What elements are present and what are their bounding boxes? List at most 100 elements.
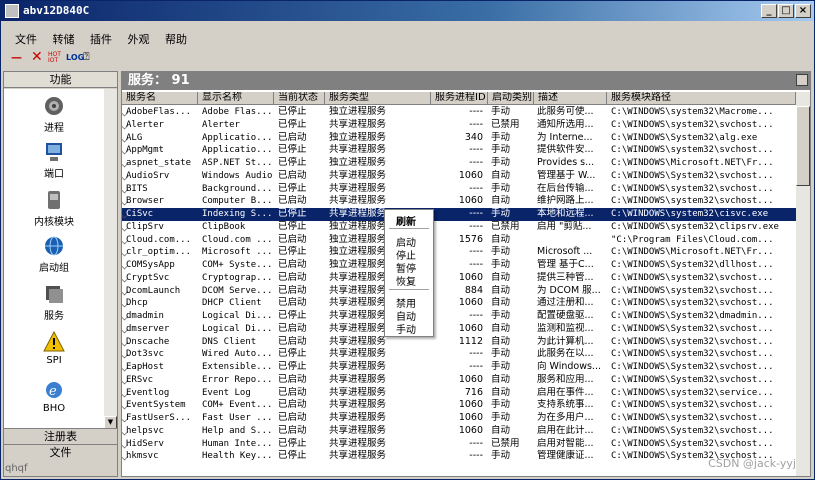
nav-item-process[interactable]: 进程 <box>4 95 104 134</box>
nav-scrollbar[interactable]: ▼ <box>104 89 117 429</box>
close-button[interactable]: × <box>795 4 811 18</box>
delete-icon[interactable]: ✕ <box>31 49 43 65</box>
tab-file[interactable]: 文件 <box>4 444 117 460</box>
nav-item-port[interactable]: 端口 <box>4 141 104 180</box>
table-row[interactable]: dmserver Logical Di... 已启动 共享进程服务 1060 自动 监测和监… <box>122 323 796 336</box>
table-scrollbar[interactable] <box>796 92 810 476</box>
maximize-button[interactable]: □ <box>778 4 794 18</box>
table-cell: helpsvc <box>126 425 164 436</box>
table-cell: 已停止 <box>278 348 307 360</box>
table-cell: 1060 <box>458 424 483 436</box>
menu-resume[interactable]: 恢复 <box>396 273 416 288</box>
menu-help[interactable]: 帮助 <box>153 29 187 47</box>
table-row[interactable]: helpsvc Help and S... 已启动 共享进程服务 1060 自动 启用在此计… <box>122 425 796 438</box>
table-row[interactable]: Eventlog Event Log 已启动 共享进程服务 716 自动 启用在事件... C… <box>122 387 796 400</box>
col-status[interactable]: 当前状态 <box>274 92 325 105</box>
table-row[interactable]: CiSvc Indexing S... 已停止 共享进程服务 ---- 手动 本地和远程..… <box>122 208 796 221</box>
table-cell: 服务和应用... <box>537 373 594 385</box>
table-row[interactable]: EapHost Extensible... 已停止 共享进程服务 ---- 手动 向 Win… <box>122 361 796 374</box>
nav-item-spi[interactable]: SPI <box>4 330 104 366</box>
table-row[interactable]: clr_optim... Microsoft ... 已停止 独立进程服务 ---- 手动… <box>122 246 796 259</box>
table-cell: Extensible... <box>202 362 273 372</box>
minimize-button[interactable]: _ <box>761 4 777 18</box>
context-menu: 刷新 启动 停止 暂停 恢复 禁用 自动 手动 <box>384 209 434 337</box>
table-row[interactable]: HidServ Human Inte... 已停止 共享进程服务 ---- 已禁用 启用对智… <box>122 438 796 451</box>
table-row[interactable]: aspnet_state ASP.NET St... 已停止 独立进程服务 ---- 手动… <box>122 157 796 170</box>
nav-item-service[interactable]: 服务 <box>4 283 104 322</box>
network-icon <box>43 141 65 163</box>
col-service-type[interactable]: 服务类型 <box>325 92 431 105</box>
table-row[interactable]: Dot3svc Wired Auto... 已停止 共享进程服务 ---- 手动 此服务在以… <box>122 348 796 361</box>
scroll-thumb[interactable] <box>796 106 810 186</box>
svg-text:e: e <box>49 384 57 399</box>
table-cell: 自动 <box>491 271 511 283</box>
table-row[interactable]: ERSvc Error Repo... 已启动 共享进程服务 1060 自动 服务和应用..… <box>122 374 796 387</box>
table-row[interactable]: CryptSvc Cryptograp... 已启动 共享进程服务 1060 自动 提供三种… <box>122 272 796 285</box>
table-row[interactable]: ClipSrv ClipBook 已停止 独立进程服务 ---- 已禁用 启用 "剪贴...… <box>122 221 796 234</box>
menu-manual[interactable]: 手动 <box>396 321 416 336</box>
col-start-type[interactable]: 启动类别 <box>488 92 534 105</box>
help-icon[interactable]: ⍰ <box>83 50 90 66</box>
table-row[interactable]: BITS Background... 已停止 共享进程服务 ---- 手动 在后台传输...… <box>122 183 796 196</box>
menu-file[interactable]: 文件 <box>1 29 37 47</box>
table-cell: 在后台传输... <box>537 182 594 194</box>
table-cell: hkmsvc <box>126 451 159 462</box>
table-row[interactable]: Browser Computer B... 已启动 共享进程服务 1060 自动 维护网路上… <box>122 195 796 208</box>
table-cell: clr_optim... <box>126 247 192 258</box>
table-cell: 向 Windows... <box>537 361 601 372</box>
panel-options-icon[interactable] <box>796 74 808 86</box>
table-row[interactable]: ALG Applicatio... 已启动 独立进程服务 340 手动 为 Interne.… <box>122 132 796 145</box>
table-row[interactable]: AudioSrv Windows Audio 已启动 共享进程服务 1060 自动 管理基于… <box>122 170 796 183</box>
table-cell: 共享进程服务 <box>329 386 387 398</box>
menu-bar: 文件 转储 插件 外观 帮助 <box>1 29 814 47</box>
menu-dump[interactable]: 转储 <box>41 29 75 47</box>
table-row[interactable]: Cloud.com... Cloud.com ... 已启动 独立进程服务 1576 自动… <box>122 234 796 247</box>
col-display-name[interactable]: 显示名称 <box>198 92 274 105</box>
menu-refresh[interactable]: 刷新 <box>396 213 416 228</box>
table-cell: CiSvc <box>126 209 154 219</box>
title-bar[interactable]: abv12D840C _ □ × <box>1 1 814 21</box>
nav-item-kernel-module[interactable]: 内核模块 <box>4 189 104 228</box>
table-row[interactable]: AppMgmt Applicatio... 已停止 共享进程服务 ---- 手动 提供软件安… <box>122 144 796 157</box>
table-cell: 独立进程服务 <box>329 157 387 168</box>
hot-icon[interactable]: HOT IOT <box>48 52 61 68</box>
minus-icon[interactable]: — <box>11 51 22 67</box>
table-cell: 已禁用 <box>491 118 520 130</box>
table-cell: 手动 <box>491 157 511 168</box>
table-cell: COMSysApp <box>126 260 175 270</box>
table-cell: DNS Client <box>202 336 257 347</box>
services-table: AdobeFlas... Adobe Flas... 已停止 独立进程服务 ---- 手动… <box>122 106 796 476</box>
table-row[interactable]: dmadmin Logical Di... 已停止 共享进程服务 ---- 手动 配置硬盘驱… <box>122 310 796 323</box>
col-module-path[interactable]: 服务模块路径 <box>607 92 796 105</box>
tab-registry[interactable]: 注册表 <box>4 428 117 444</box>
table-cell: 本地和远程... <box>537 208 594 219</box>
table-row[interactable]: Dhcp DHCP Client 已启动 共享进程服务 1060 自动 通过注册和... C:… <box>122 297 796 310</box>
table-cell: 手动 <box>491 399 511 411</box>
col-pid[interactable]: 服务进程ID <box>431 92 488 105</box>
table-row[interactable]: DcomLaunch DCOM Serve... 已启动 共享进程服务 884 自动为 D… <box>122 285 796 298</box>
col-service-name[interactable]: 服务名 <box>122 92 198 105</box>
table-cell: 管理 基于C... <box>537 259 594 270</box>
table-cell: Computer B... <box>202 196 273 207</box>
table-row[interactable]: AdobeFlas... Adobe Flas... 已停止 独立进程服务 ---- 手动… <box>122 106 796 119</box>
table-cell: EventSystem <box>126 400 186 411</box>
gear-icon <box>43 95 65 117</box>
table-cell: dmadmin <box>126 311 164 321</box>
table-cell: Cryptograp... <box>202 272 273 283</box>
table-cell: Dot3svc <box>126 349 164 360</box>
table-row[interactable]: COMSysApp COM+ Syste... 已启动 独立进程服务 ---- 手动 管理 … <box>122 259 796 272</box>
nav-item-bho[interactable]: e BHO <box>4 379 104 414</box>
table-cell: C:\WINDOWS\system32\svchost... <box>611 400 774 411</box>
col-description[interactable]: 描述 <box>534 92 607 105</box>
log-icon[interactable]: LOG <box>66 53 84 69</box>
table-row[interactable]: hkmsvc Health Key... 已停止 共享进程服务 ---- 手动 管理健康证.… <box>122 450 796 463</box>
table-cell: 自动 <box>491 169 511 181</box>
nav-item-startup[interactable]: 启动组 <box>4 235 104 274</box>
table-row[interactable]: EventSystem COM+ Event... 已启动 共享进程服务 1060 手动 支… <box>122 399 796 412</box>
menu-plugins[interactable]: 插件 <box>78 29 112 47</box>
table-row[interactable]: FastUserS... Fast User ... 已启动 共享进程服务 1060 手动… <box>122 412 796 425</box>
menu-appearance[interactable]: 外观 <box>116 29 150 47</box>
table-row[interactable]: Dnscache DNS Client 已启动 共享进程服务 1112 自动 为此计算机..… <box>122 336 796 349</box>
table-row[interactable]: Alerter Alerter 已停止 共享进程服务 ---- 已禁用 通知所选用... C:… <box>122 119 796 132</box>
table-cell: 共享进程服务 <box>329 424 387 436</box>
